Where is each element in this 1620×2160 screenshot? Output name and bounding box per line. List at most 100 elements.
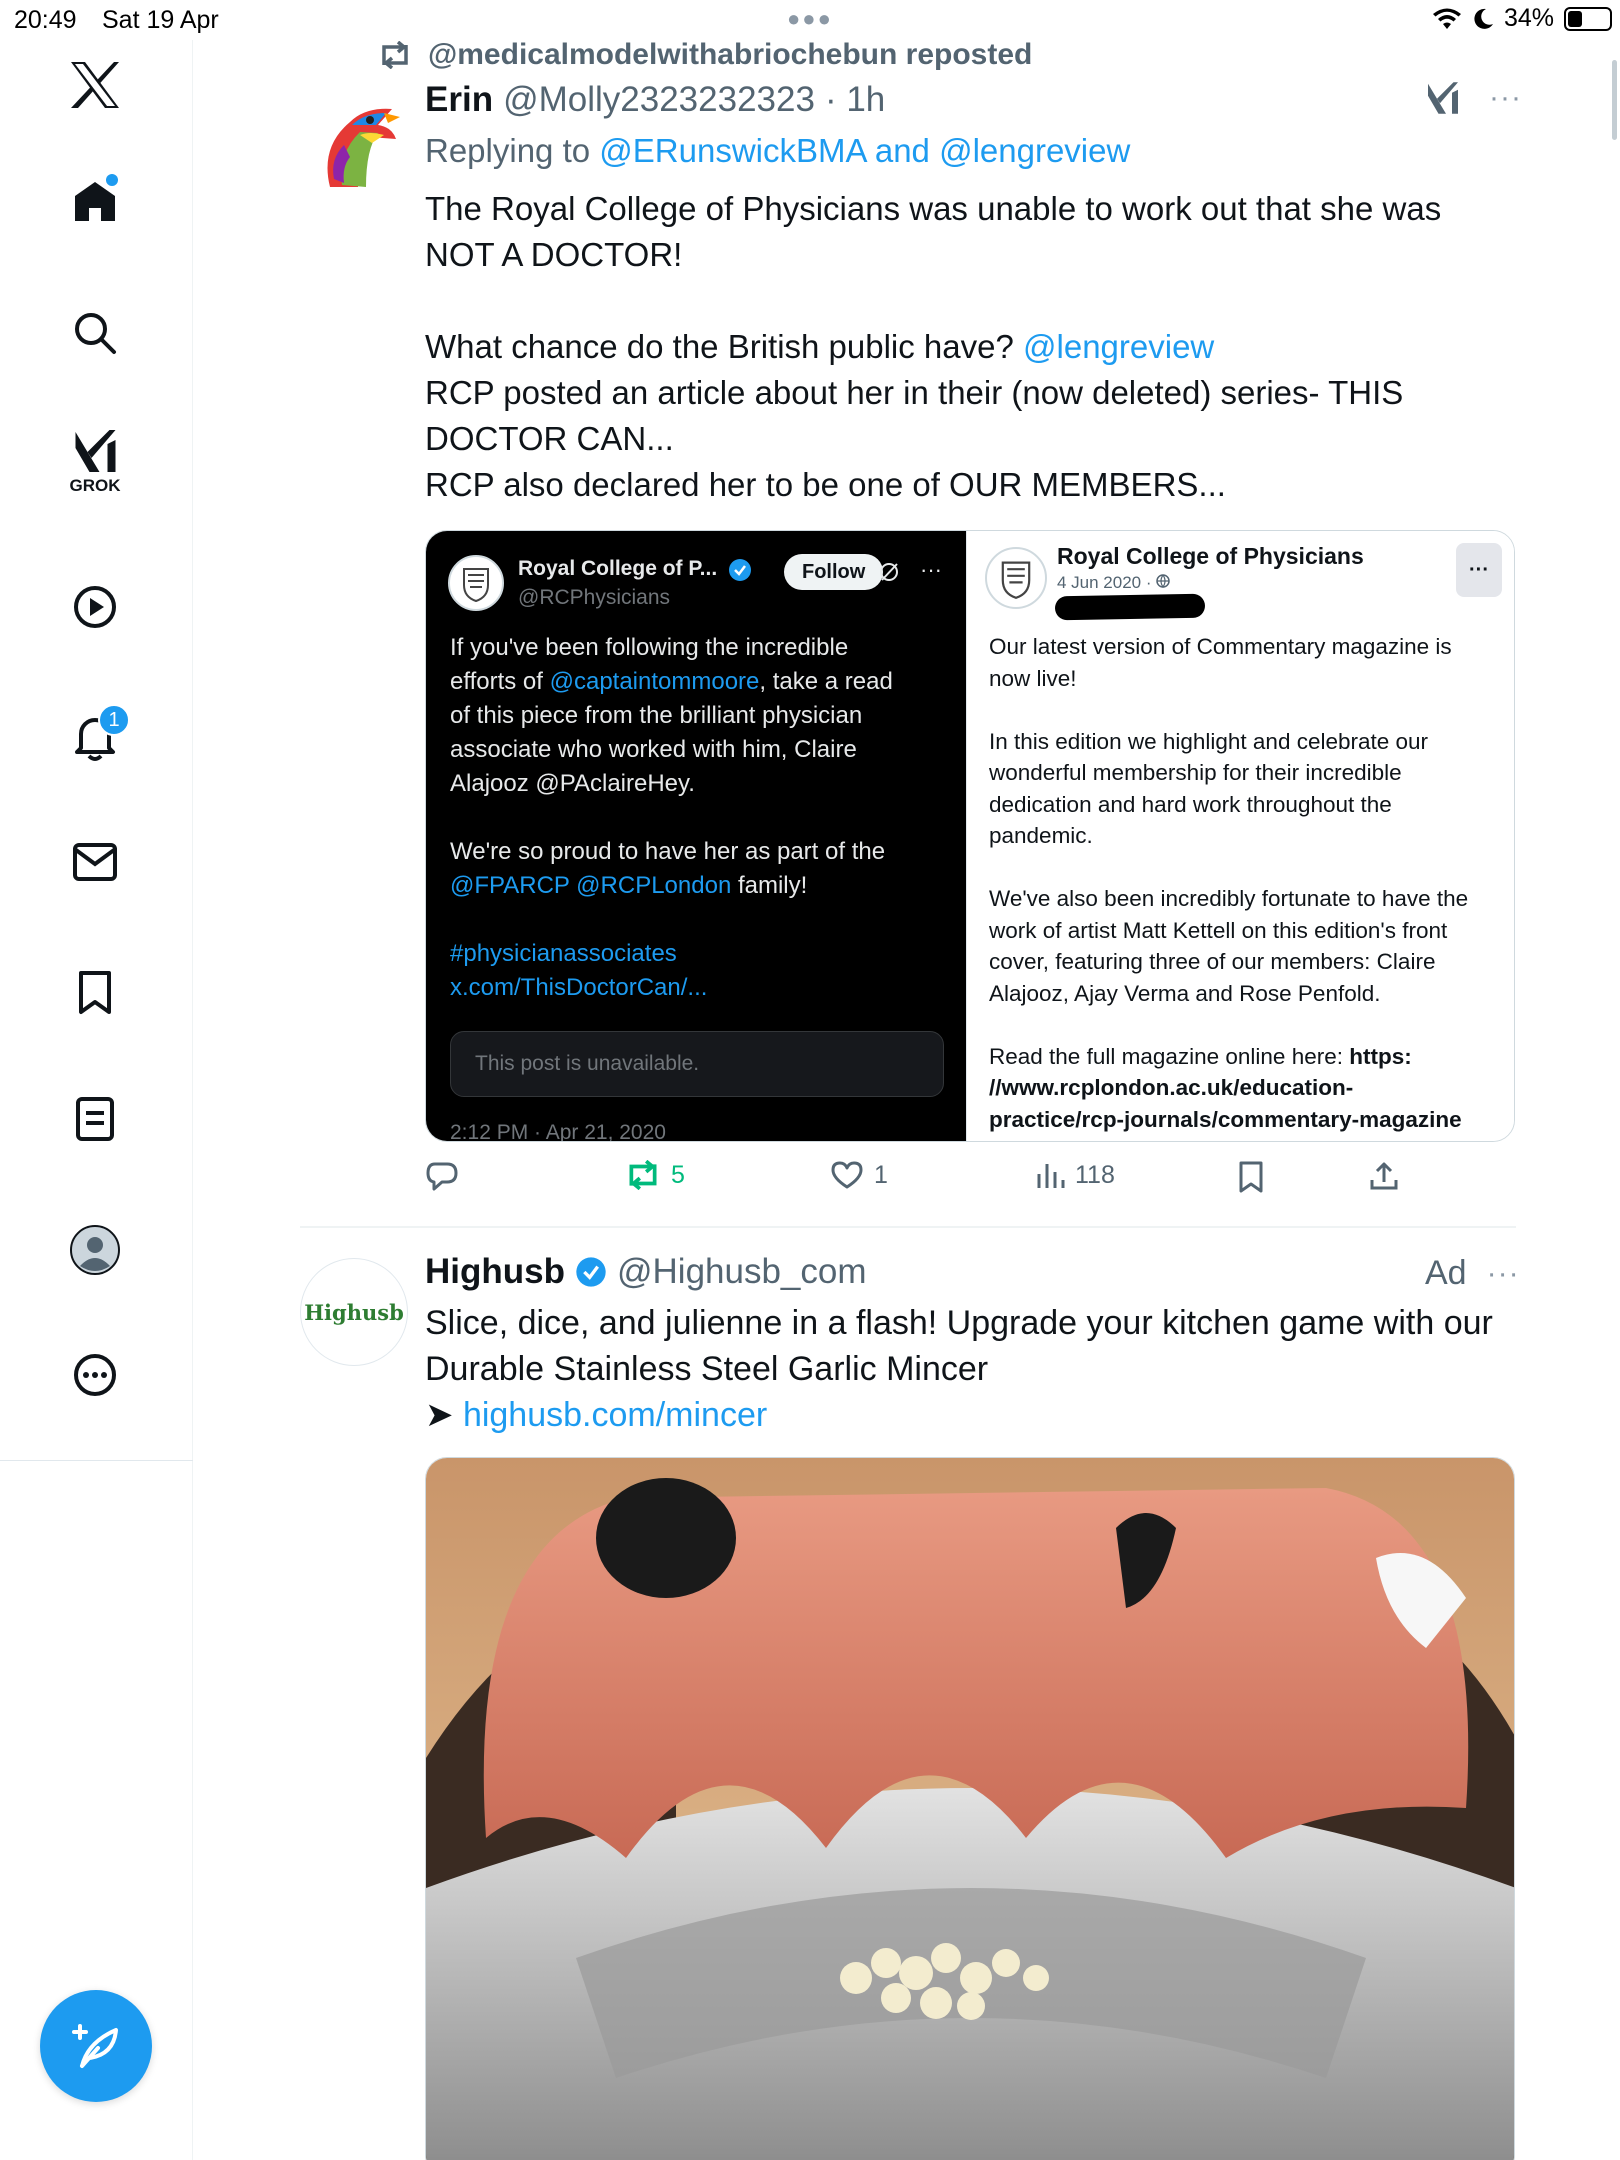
embed-left-mention-2: @FPARCP @RCPLondon xyxy=(450,872,732,899)
reply-and: and xyxy=(865,132,940,169)
moon-icon xyxy=(1474,8,1493,29)
nav-messages[interactable] xyxy=(72,842,118,882)
scrollbar[interactable] xyxy=(1612,60,1617,140)
battery-icon xyxy=(1564,6,1612,31)
like-count: 1 xyxy=(874,1160,888,1189)
repost-context[interactable]: @medicalmodelwithabriochebun reposted xyxy=(378,38,1032,72)
repost-count: 5 xyxy=(671,1160,685,1189)
embed-right-date: 4 Jun 2020 · xyxy=(1057,573,1170,593)
ad-more-icon[interactable]: ··· xyxy=(1487,1257,1520,1291)
ad-text-body: Slice, dice, and julienne in a flash! Up… xyxy=(425,1304,1493,1388)
eagle-avatar-image xyxy=(300,87,408,195)
x-logo-icon xyxy=(71,62,119,108)
tweet-media[interactable]: Royal College of P... @RCPhysicians Foll… xyxy=(425,530,1515,1142)
compose-feather-icon xyxy=(72,2024,118,2068)
ad-label-group: Ad ··· xyxy=(1425,1254,1520,1293)
rcp-crest-icon xyxy=(1001,561,1031,599)
video-icon xyxy=(74,586,116,628)
repost-button[interactable]: 5 xyxy=(625,1160,685,1190)
embed-right-text-body: Our latest version of Commentary magazin… xyxy=(989,634,1469,1069)
tweet-text-question: What chance do the British public have? xyxy=(425,328,1024,365)
tweet-text-para-2: What chance do the British public have? … xyxy=(425,324,1525,370)
nav-grok[interactable]: GROK xyxy=(70,428,121,496)
messages-icon xyxy=(73,843,117,881)
embed-right-text: Our latest version of Commentary magazin… xyxy=(989,631,1509,1135)
tweet-header: Erin @Molly2323232323 · 1h xyxy=(425,80,885,120)
nav-home[interactable] xyxy=(72,174,118,224)
tweet-more-icon[interactable]: ··· xyxy=(1489,81,1522,115)
embed-more-icon: ··· xyxy=(920,557,942,582)
sidebar-separator xyxy=(0,1460,193,1461)
garlic-press-video-frame xyxy=(426,1458,1514,2160)
highusb-avatar[interactable]: Highusb xyxy=(300,1258,408,1366)
globe-icon xyxy=(1156,574,1170,589)
grok-explain-icon[interactable] xyxy=(1425,80,1461,116)
repost-icon xyxy=(629,1160,657,1190)
home-unread-dot xyxy=(106,174,118,186)
tweet-divider xyxy=(300,1226,1516,1228)
embedded-dark-post-screenshot[interactable]: Royal College of P... @RCPhysicians Foll… xyxy=(426,531,966,1141)
ad-author-name[interactable]: Highusb xyxy=(425,1252,565,1292)
bookmark-icon xyxy=(1239,1161,1263,1193)
like-button[interactable]: 1 xyxy=(830,1160,888,1190)
nav-notifications[interactable]: 1 xyxy=(72,704,130,762)
embed-left-text-3: family! xyxy=(737,872,808,899)
nav-profile[interactable] xyxy=(69,1224,121,1276)
profile-icon xyxy=(70,1225,120,1275)
redaction-mark xyxy=(1054,593,1206,621)
nav-video[interactable] xyxy=(72,584,118,630)
ad-label: Ad xyxy=(1425,1254,1467,1292)
reply-context: Replying to @ERunswickBMA and @lengrevie… xyxy=(425,132,1130,170)
embed-left-text: If you've been following the incredible … xyxy=(450,631,950,1005)
repost-label: @medicalmodelwithabriochebun reposted xyxy=(428,38,1033,71)
nav-lists[interactable] xyxy=(75,1096,115,1142)
search-icon xyxy=(75,313,116,354)
reply-button[interactable] xyxy=(425,1160,469,1192)
reply-icon xyxy=(426,1162,458,1191)
embed-right-more-icon: ··· xyxy=(1456,543,1502,597)
views-button[interactable]: 118 xyxy=(1035,1160,1115,1190)
tweet-actions: 5 1 118 xyxy=(425,1160,1525,1204)
erin-avatar[interactable] xyxy=(300,87,408,195)
x-logo[interactable] xyxy=(69,60,121,110)
multitasking-dots-icon[interactable]: ●●● xyxy=(787,6,833,32)
tweet-mention-lengreview[interactable]: @lengreview xyxy=(1023,328,1214,365)
arrow-icon: ➤ xyxy=(425,1396,463,1434)
bookmark-button[interactable] xyxy=(1237,1160,1265,1194)
grok-label: GROK xyxy=(69,476,121,495)
tweet-text-para-1: The Royal College of Physicians was unab… xyxy=(425,190,1442,273)
embed-left-hashtag-link: #physicianassociates x.com/ThisDoctorCan… xyxy=(450,940,708,1001)
views-count: 118 xyxy=(1075,1160,1115,1189)
nav-bookmarks[interactable] xyxy=(75,970,115,1016)
reply-mention-2[interactable]: @lengreview xyxy=(939,132,1130,169)
embedded-light-post-screenshot[interactable]: Royal College of Physicians 4 Jun 2020 ·… xyxy=(966,531,1514,1141)
status-bar: 20:49 Sat 19 Apr ●●● 34% xyxy=(0,0,1620,40)
lists-icon xyxy=(76,1097,114,1141)
nav-search[interactable] xyxy=(72,310,118,356)
tweet-text-para-3: RCP posted an article about her in their… xyxy=(425,374,1404,503)
author-name[interactable]: Erin xyxy=(425,80,493,120)
share-button[interactable] xyxy=(1368,1160,1400,1192)
nav-more[interactable] xyxy=(72,1352,118,1398)
reply-prefix: Replying to xyxy=(425,132,600,169)
ad-header: Highusb @Highusb_com xyxy=(425,1252,867,1292)
embed-right-date-text: 4 Jun 2020 · xyxy=(1057,573,1157,592)
sidebar: GROK 1 xyxy=(0,40,193,2160)
reply-mention-1[interactable]: @ERunswickBMA xyxy=(599,132,865,169)
compose-button[interactable] xyxy=(40,1990,152,2102)
embed-right-name: Royal College of Physicians xyxy=(1057,543,1364,569)
ad-video[interactable] xyxy=(425,1457,1515,2160)
ad-link[interactable]: highusb.com/mincer xyxy=(463,1396,767,1434)
verified-badge-icon xyxy=(729,559,751,581)
bookmarks-icon xyxy=(79,971,111,1014)
ad-author-handle[interactable]: @Highusb_com xyxy=(617,1252,867,1292)
rcp-crest-avatar-right xyxy=(985,547,1047,609)
highusb-logo-text: Highusb xyxy=(304,1299,404,1325)
rcp-crest-icon xyxy=(463,568,489,603)
author-handle[interactable]: @Molly2323232323 xyxy=(503,80,815,120)
tweet-text: The Royal College of Physicians was unab… xyxy=(425,186,1525,508)
wifi-icon xyxy=(1432,8,1461,29)
tweet-time[interactable]: · 1h xyxy=(825,80,885,120)
embed-grok-icon xyxy=(880,563,898,581)
embed-left-text-2: , take a read of this piece from the bri… xyxy=(450,668,893,865)
